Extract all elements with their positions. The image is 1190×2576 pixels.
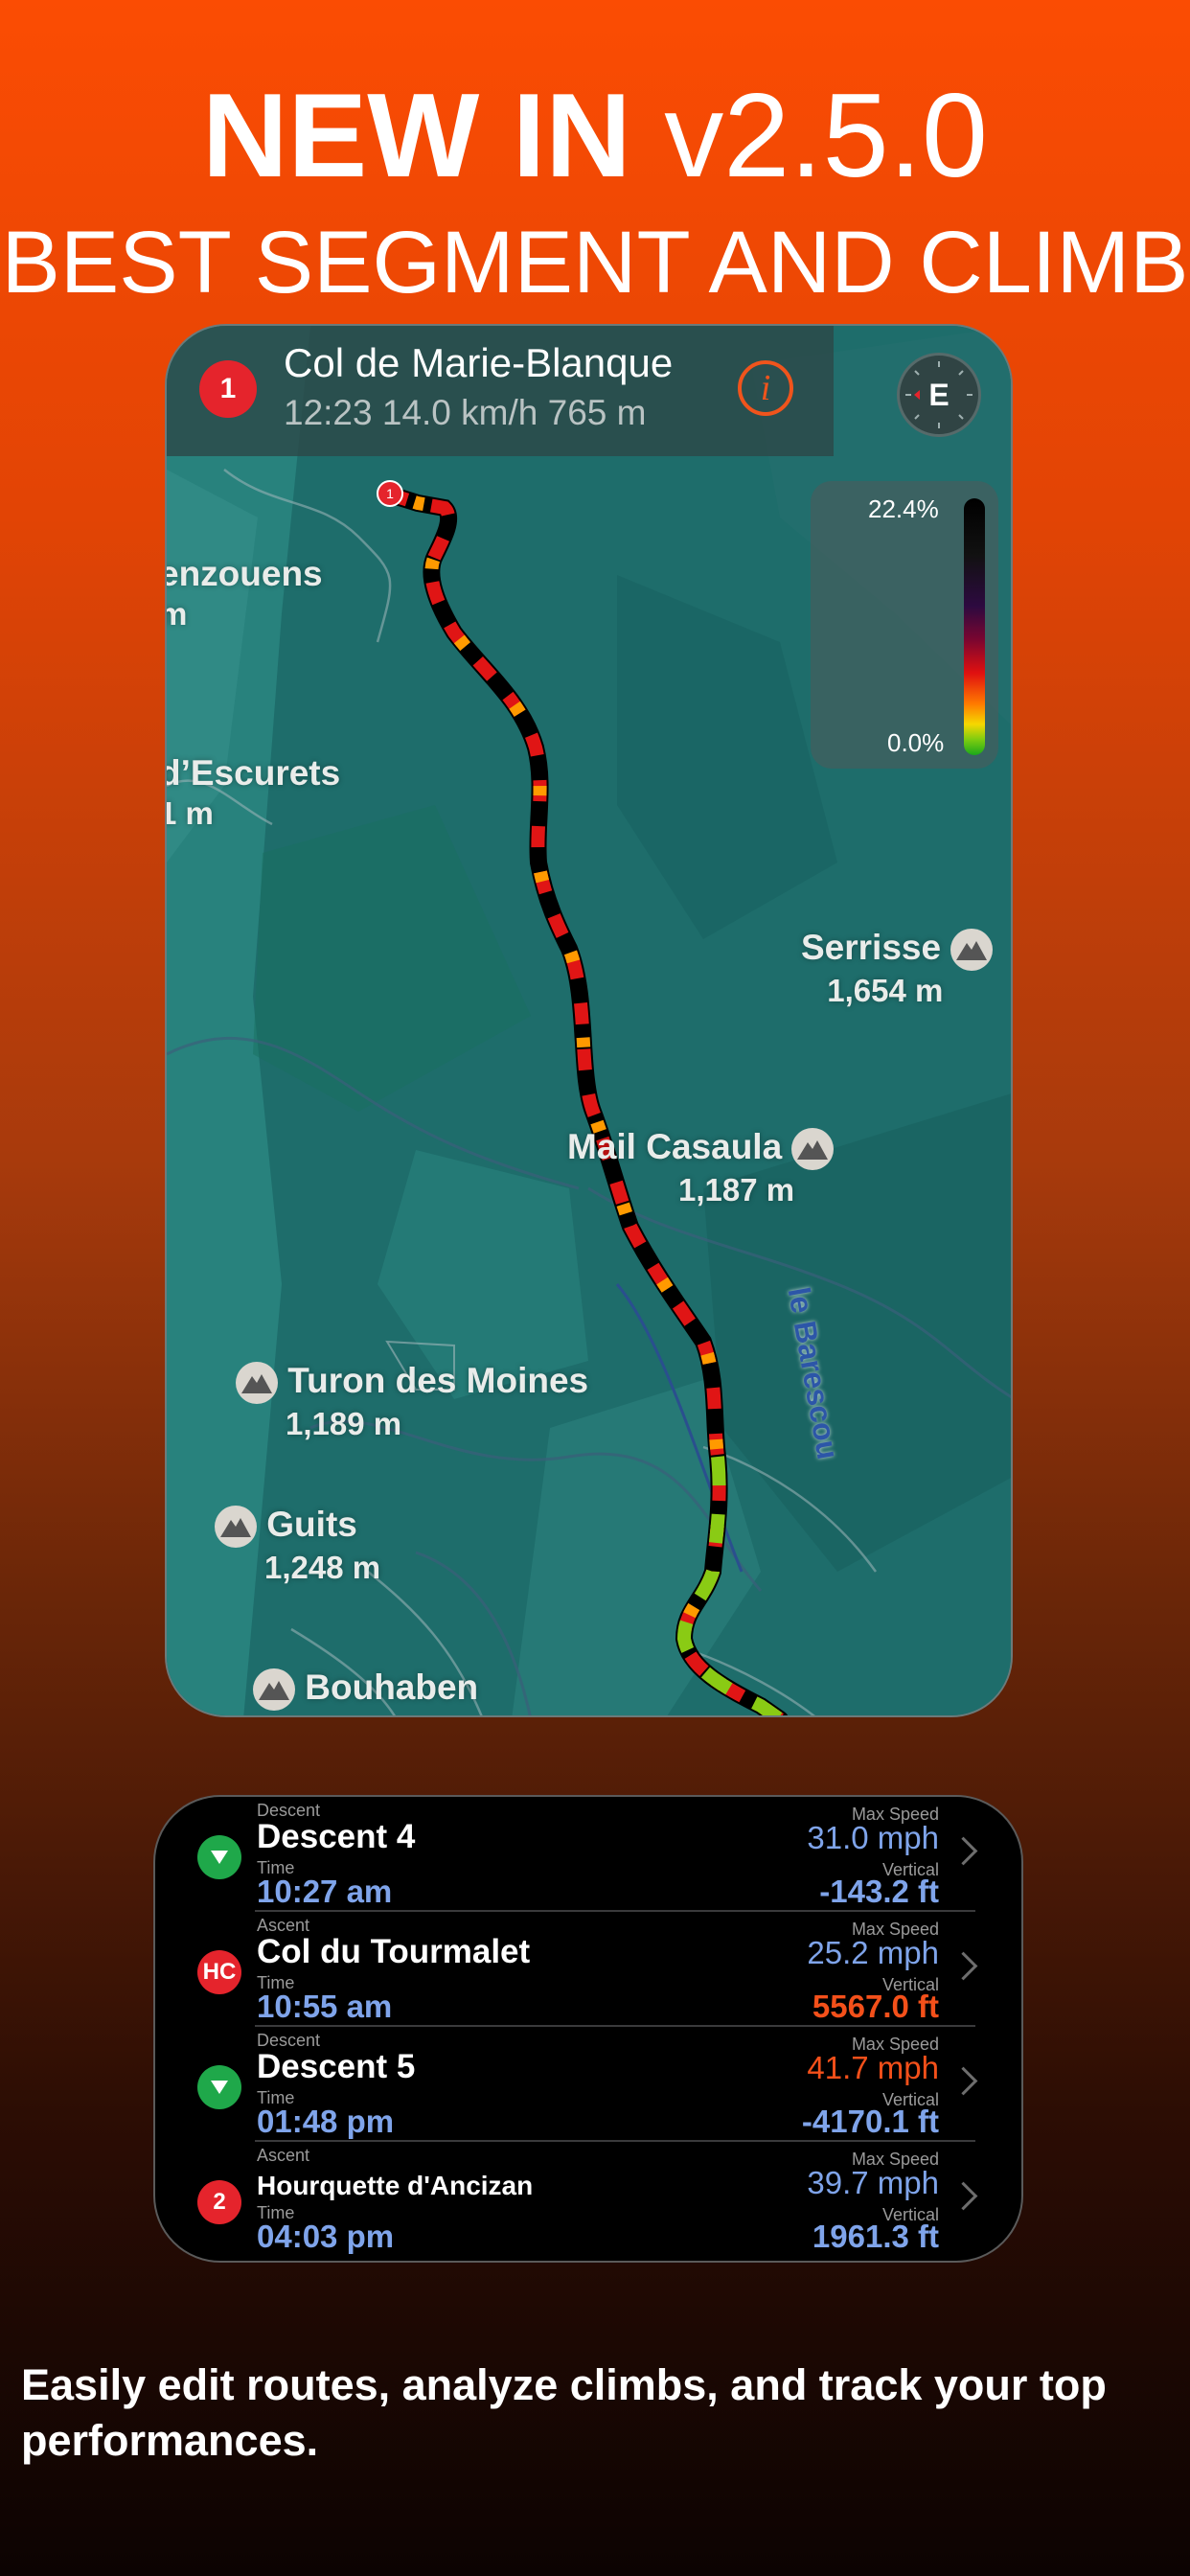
chevron-right-icon [949,2066,978,2096]
legend-max: 22.4% [868,494,939,523]
start-marker-icon[interactable]: 1 [376,479,404,508]
segment-time: 01:48 pm [257,2104,395,2139]
descent-badge-icon [197,1835,241,1879]
vertical-value: 5567.0 ft [812,1989,939,2024]
headline-version: v2.5.0 [664,70,988,202]
headline: NEW IN v2.5.0 [0,69,1190,203]
climb-category-badge: 2 [197,2180,241,2224]
compass-heading: E [928,378,950,412]
max-speed: 41.7 mph [807,2050,939,2085]
list-item[interactable]: Descent Descent 4 Time 10:27 am Max Spee… [155,1797,1021,1912]
compass-icon[interactable]: E [897,353,981,437]
segment-list[interactable]: Descent Descent 4 Time 10:27 am Max Spee… [153,1795,1023,2263]
max-speed: 25.2 mph [807,1935,939,1970]
descent-badge-icon [197,2065,241,2109]
segment-time: 10:55 am [257,1989,393,2024]
map-view[interactable]: 1 enzouensm d’Escurets1 m Serrisse 1,654… [165,324,1013,1717]
segment-name: Descent 4 [257,1818,416,1855]
legend-color-bar [964,498,985,755]
climb-category-badge: HC [197,1950,241,1994]
list-item[interactable]: HC Ascent Col du Tourmalet Time 10:55 am… [155,1912,1021,2027]
segment-name: Descent 5 [257,2048,416,2085]
segment-number-badge: 1 [199,360,257,418]
vertical-value: -143.2 ft [819,1874,939,1909]
info-icon[interactable]: i [738,360,793,416]
map-label-escurets: d’Escurets1 m [165,753,341,831]
segment-time: 10:27 am [257,1874,393,1909]
segment-name: Col du Tourmalet [257,1933,531,1970]
legend-min: 0.0% [887,728,945,757]
vertical-value: -4170.1 ft [801,2104,939,2139]
chevron-right-icon [949,1951,978,1981]
segment-header[interactable]: 1 Col de Marie-Blanque 12:23 14.0 km/h 7… [167,326,834,456]
peak-icon [950,929,994,972]
map-label-guits[interactable]: Guits 1,248 m [215,1505,380,1588]
chevron-right-icon [949,1836,978,1866]
headline-subtitle: BEST SEGMENT AND CLIMB [1,214,1189,311]
chevron-right-icon [949,2181,978,2211]
segment-title: Col de Marie-Blanque [284,340,674,385]
peak-icon [253,1668,295,1712]
list-item[interactable]: Descent Descent 5 Time 01:48 pm Max Spee… [155,2027,1021,2142]
peak-icon [791,1128,835,1171]
svg-text:1: 1 [386,486,394,501]
map-label-serrisse[interactable]: Serrisse 1,654 m [801,928,994,1011]
grade-legend: 22.4% 0.0% [811,481,998,769]
peak-icon [236,1362,278,1405]
vertical-value: 1961.3 ft [812,2219,939,2254]
max-speed: 39.7 mph [807,2165,939,2200]
segment-stats: 12:23 14.0 km/h 765 m [284,393,647,432]
segment-category: Ascent [257,2146,310,2165]
map-label-turon-des-moines[interactable]: Turon des Moines 1,189 m [236,1361,588,1444]
segment-time: 04:03 pm [257,2219,395,2254]
list-item[interactable]: 2 Ascent Hourquette d'Ancizan Time 04:03… [155,2142,1021,2257]
map-label-mail-casaula[interactable]: Mail Casaula 1,187 m [567,1127,835,1210]
caption-text: Easily edit routes, analyze climbs, and … [21,2360,1107,2465]
max-speed: 31.0 mph [807,1820,939,1855]
headline-new-in: NEW IN [202,70,631,202]
peak-icon [215,1506,257,1549]
map-label-bouhaben[interactable]: Bouhaben [253,1668,478,1712]
map-label-enzouens: enzouensm [165,554,323,632]
segment-name: Hourquette d'Ancizan [257,2171,534,2200]
